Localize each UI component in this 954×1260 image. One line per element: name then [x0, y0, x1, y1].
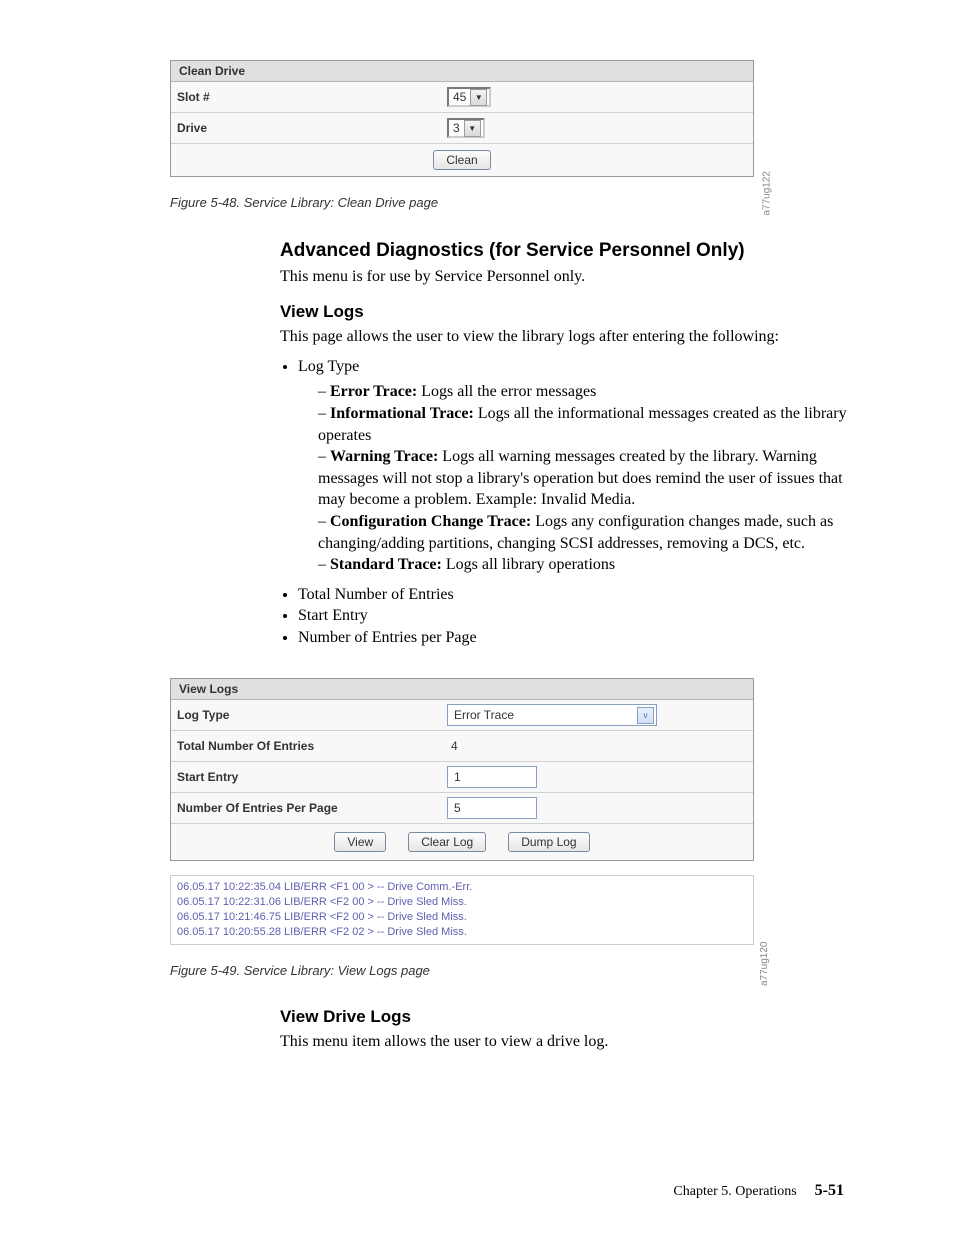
- li-standard-trace: Standard Trace: Logs all library operati…: [318, 554, 864, 576]
- page-footer: Chapter 5. Operations 5-51: [60, 1182, 864, 1200]
- dropdown-arrow-icon: ▼: [464, 120, 481, 137]
- view-logs-title: View Logs: [171, 679, 753, 700]
- li-start-entry: Start Entry: [298, 605, 864, 627]
- total-entries-label: Total Number Of Entries: [177, 739, 447, 753]
- log-line: 06.05.17 10:22:31.06 LIB/ERR <F2 00 > --…: [177, 895, 747, 910]
- slot-label: Slot #: [177, 90, 447, 104]
- footer-page-number: 5-51: [815, 1182, 844, 1200]
- view-drive-logs-heading: View Drive Logs: [280, 1006, 864, 1029]
- clean-button[interactable]: Clean: [433, 150, 490, 170]
- li-total-entries: Total Number of Entries: [298, 584, 864, 606]
- advanced-diagnostics-text: This menu is for use by Service Personne…: [280, 266, 864, 288]
- view-logs-intro: This page allows the user to view the li…: [280, 326, 864, 348]
- log-type-select[interactable]: Error Trace v: [447, 704, 657, 726]
- li-entries-per-page: Number of Entries per Page: [298, 627, 864, 649]
- clear-log-button[interactable]: Clear Log: [408, 832, 486, 852]
- li-warning-trace: Warning Trace: Logs all warning messages…: [318, 446, 864, 511]
- log-type-label: Log Type: [177, 708, 447, 722]
- li-info-trace: Informational Trace: Logs all the inform…: [318, 403, 864, 446]
- view-button[interactable]: View: [334, 832, 386, 852]
- drive-label: Drive: [177, 121, 447, 135]
- slot-select[interactable]: 45 ▼: [447, 87, 491, 107]
- entries-per-page-input[interactable]: 5: [447, 797, 537, 819]
- log-output-box: 06.05.17 10:22:35.04 LIB/ERR <F1 00 > --…: [170, 875, 754, 944]
- start-entry-input[interactable]: 1: [447, 766, 537, 788]
- log-type-value: Error Trace: [454, 708, 514, 722]
- clean-drive-title: Clean Drive: [171, 61, 753, 82]
- figure-code: a77ug120: [758, 942, 772, 987]
- figure-code: a77ug122: [761, 171, 772, 216]
- dropdown-arrow-icon: v: [637, 707, 654, 724]
- dropdown-arrow-icon: ▼: [470, 89, 487, 106]
- log-line: 06.05.17 10:20:55.28 LIB/ERR <F2 02 > --…: [177, 925, 747, 940]
- drive-select[interactable]: 3 ▼: [447, 118, 485, 138]
- li-config-trace: Configuration Change Trace: Logs any con…: [318, 511, 864, 554]
- log-line: 06.05.17 10:21:46.75 LIB/ERR <F2 00 > --…: [177, 910, 747, 925]
- view-drive-logs-text: This menu item allows the user to view a…: [280, 1031, 864, 1053]
- entries-per-page-label: Number Of Entries Per Page: [177, 801, 447, 815]
- clean-drive-panel: Clean Drive Slot # 45 ▼ Drive 3 ▼ Clean: [170, 60, 754, 177]
- slot-value: 45: [453, 90, 466, 104]
- view-logs-panel: View Logs Log Type Error Trace v Total N…: [170, 678, 754, 861]
- drive-value: 3: [453, 121, 460, 135]
- total-entries-value: 4: [447, 739, 458, 753]
- start-entry-label: Start Entry: [177, 770, 447, 784]
- li-error-trace: Error Trace: Logs all the error messages: [318, 381, 864, 403]
- log-line: 06.05.17 10:22:35.04 LIB/ERR <F1 00 > --…: [177, 880, 747, 895]
- dump-log-button[interactable]: Dump Log: [508, 832, 589, 852]
- view-logs-heading: View Logs: [280, 301, 864, 324]
- li-log-type: Log Type Error Trace: Logs all the error…: [298, 356, 864, 576]
- figure-48-caption: Figure 5-48. Service Library: Clean Driv…: [170, 195, 864, 210]
- footer-chapter: Chapter 5. Operations: [673, 1184, 796, 1200]
- advanced-diagnostics-heading: Advanced Diagnostics (for Service Person…: [280, 238, 864, 264]
